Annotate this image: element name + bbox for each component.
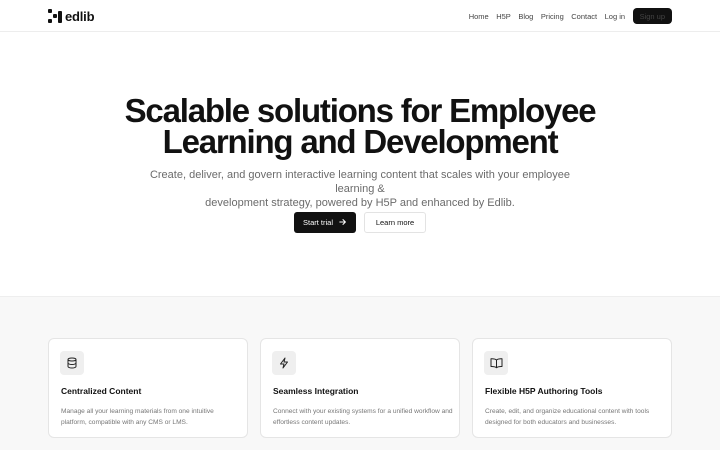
nav-login[interactable]: Log in [605, 12, 625, 21]
start-trial-label: Start trial [302, 218, 333, 227]
hero-subtitle-line-2: development strategy, powered by H5P and… [205, 197, 515, 209]
feature-description: Connect with your existing systems for a… [273, 408, 453, 426]
feature-description: Manage all your learning materials from … [61, 408, 214, 426]
learn-more-label: Learn more [375, 218, 415, 227]
nav-home[interactable]: Home [469, 12, 489, 21]
hero-subtitle-line-1: Create, deliver, and govern interactive … [149, 169, 571, 195]
hero-actions: Start trial Learn more [0, 212, 720, 233]
feature-card-integration: Seamless Integration Connect with your e… [260, 338, 460, 438]
feature-card-centralized: Centralized Content Manage all your lear… [48, 338, 248, 438]
hero-section: Scalable solutions for Employee Learning… [0, 33, 720, 296]
start-trial-button[interactable]: Start trial [294, 212, 356, 233]
arrow-right-icon [339, 218, 347, 228]
hero-subtitle: Create, deliver, and govern interactive … [130, 168, 590, 210]
feature-title: Centralized Content [61, 386, 142, 396]
nav-pricing[interactable]: Pricing [541, 12, 564, 21]
hero-title: Scalable solutions for Employee Learning… [60, 94, 660, 160]
nav-h5p[interactable]: H5P [496, 12, 511, 21]
feature-description: Create, edit, and organize educational c… [485, 408, 650, 426]
main-nav: Home H5P Blog Pricing Contact Log in Sig… [469, 8, 672, 24]
logo[interactable]: edlib [48, 8, 95, 24]
database-icon [60, 351, 84, 375]
learn-more-button[interactable]: Learn more [364, 212, 426, 233]
book-open-icon [484, 351, 508, 375]
nav-blog[interactable]: Blog [518, 12, 533, 21]
brand-name: edlib [65, 8, 95, 24]
feature-card-authoring: Flexible H5P Authoring Tools Create, edi… [472, 338, 672, 438]
lightning-icon [272, 351, 296, 375]
features-section: Centralized Content Manage all your lear… [0, 296, 720, 450]
hero-title-line-2: Learning and Development [162, 123, 559, 160]
feature-title: Flexible H5P Authoring Tools [485, 386, 603, 396]
site-header: edlib Home H5P Blog Pricing Contact Log … [0, 0, 720, 32]
edlib-logo-icon [48, 9, 62, 23]
nav-contact[interactable]: Contact [571, 12, 597, 21]
feature-title: Seamless Integration [273, 386, 359, 396]
signup-button[interactable]: Sign up [632, 8, 672, 24]
